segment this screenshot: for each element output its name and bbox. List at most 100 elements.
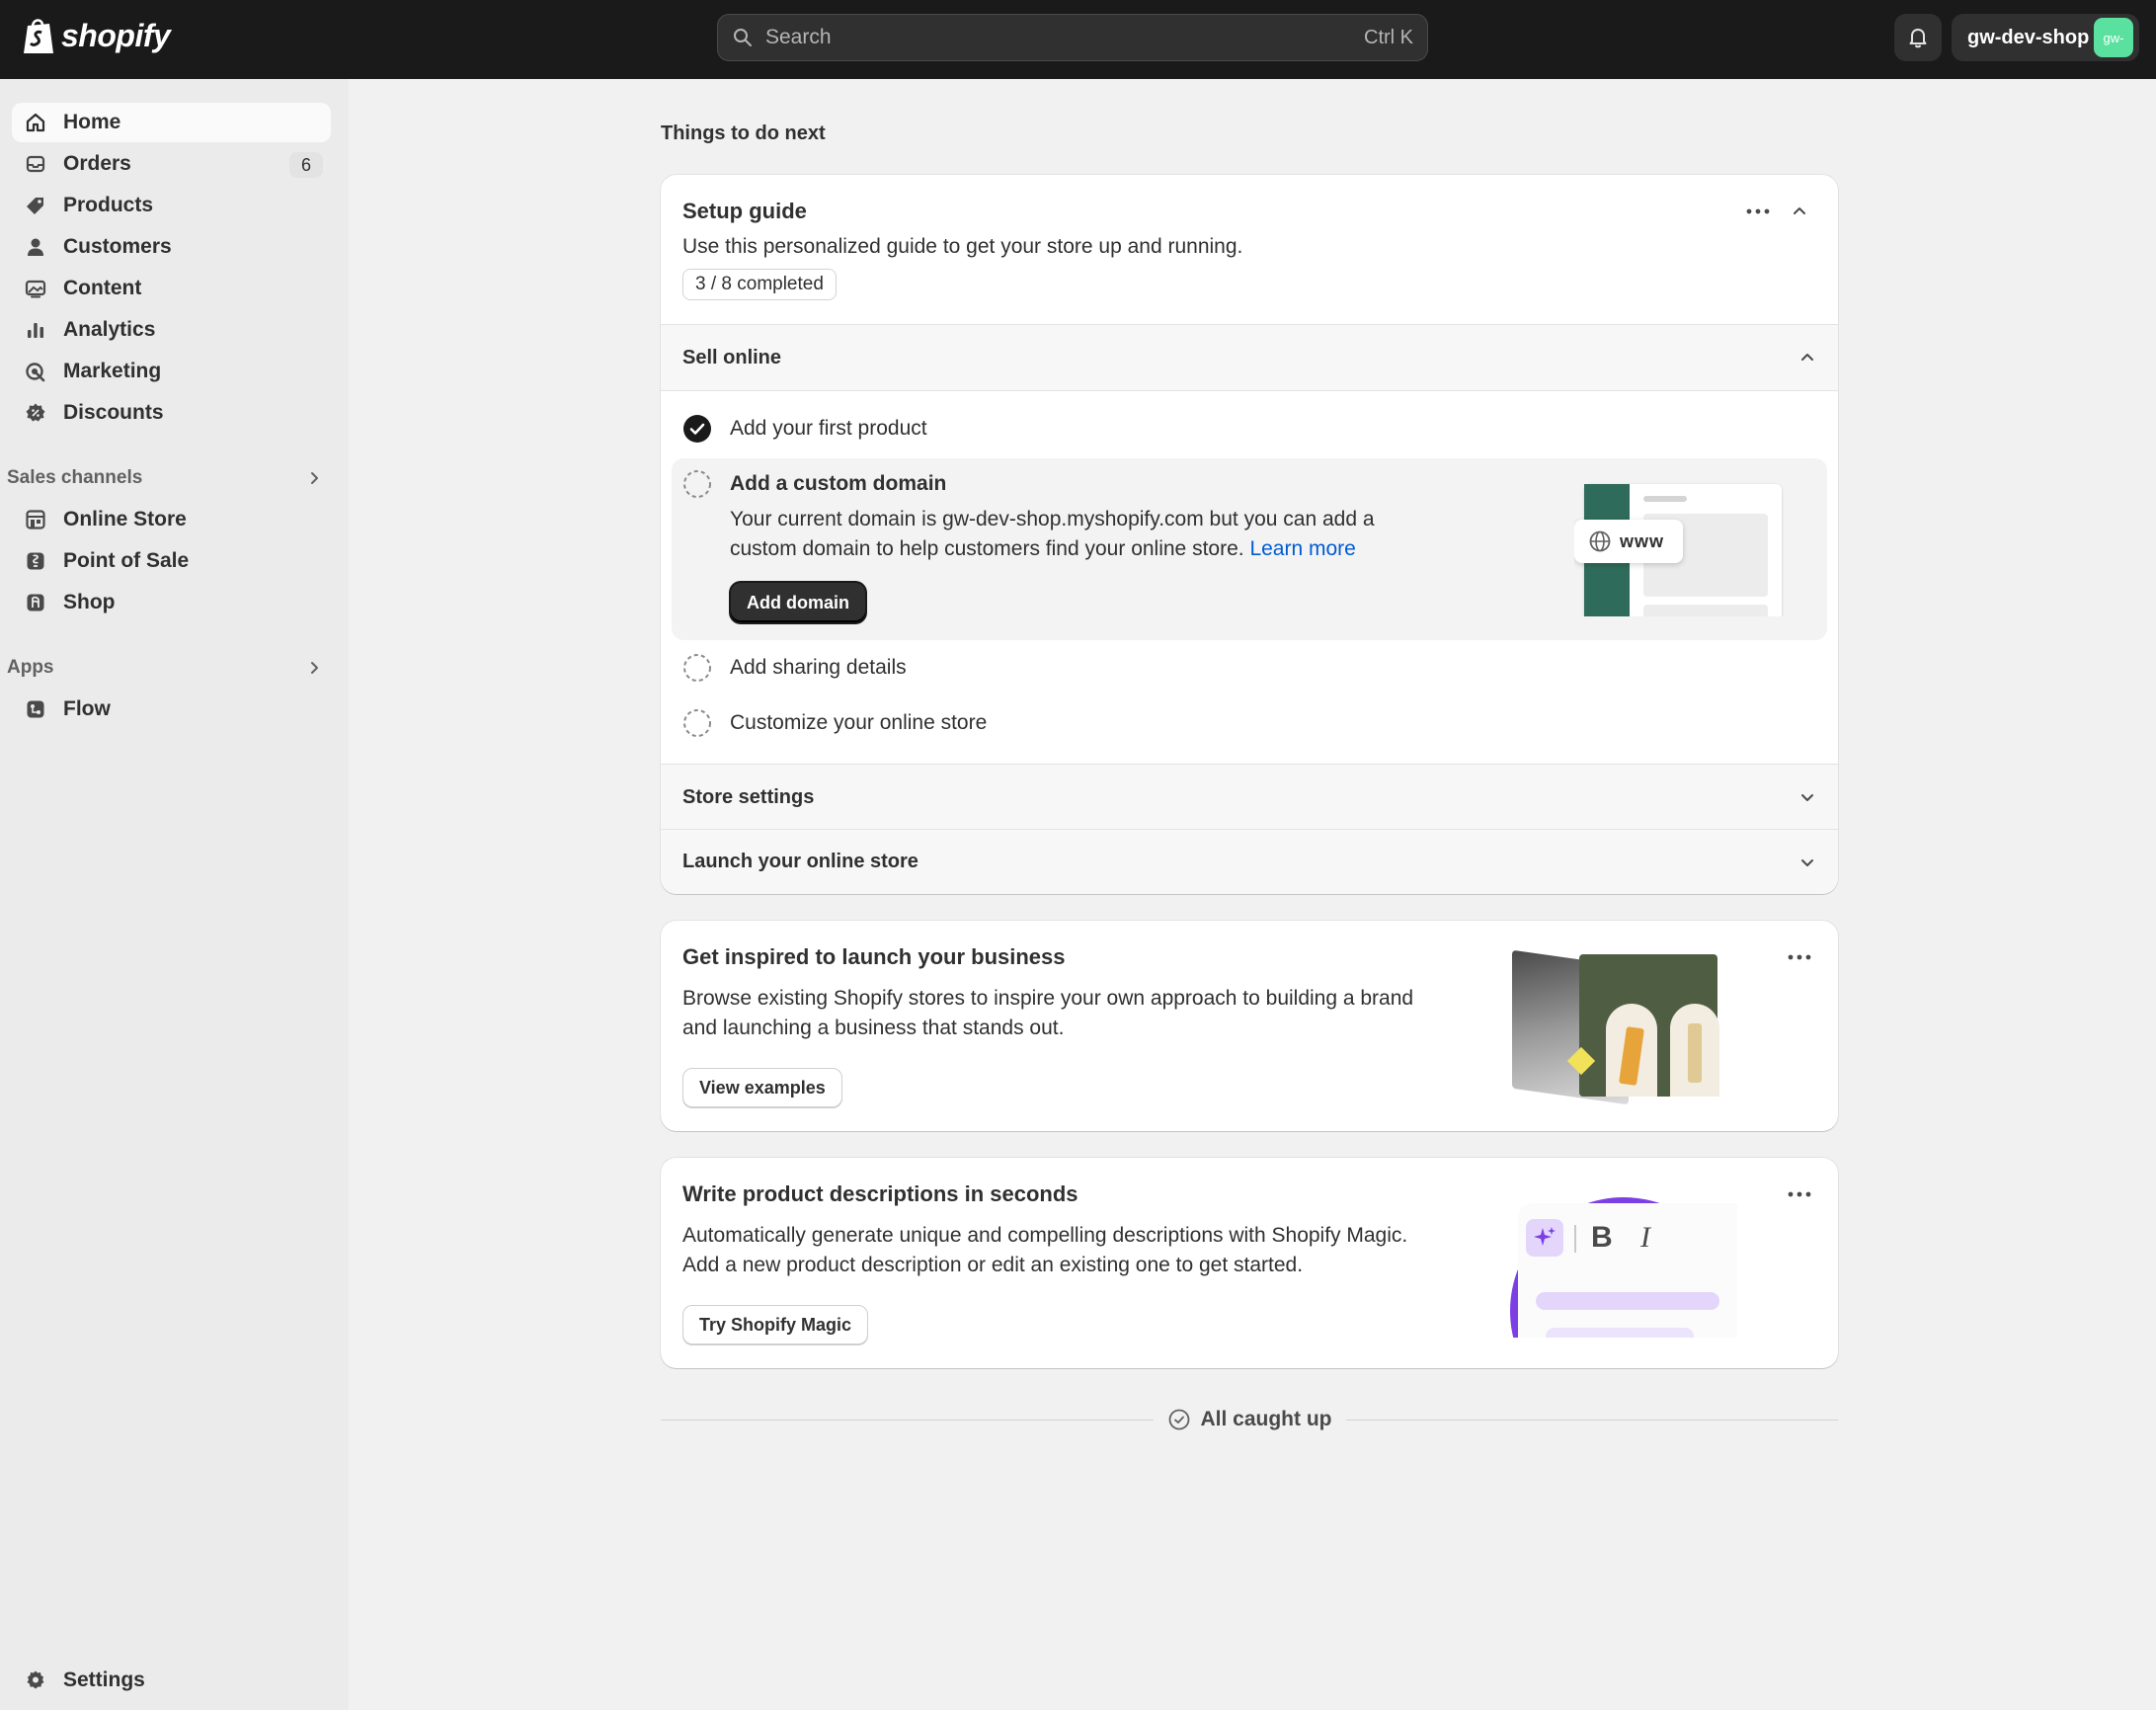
sidebar-item-label: Customers <box>63 235 172 258</box>
pos-icon <box>24 549 47 573</box>
sidebar-item-label: Home <box>63 111 121 133</box>
setup-guide-card: Setup guide Use this personalized guide … <box>661 175 1838 894</box>
check-circle-icon <box>683 415 711 443</box>
task-add-first-product[interactable]: Add your first product <box>682 414 927 444</box>
sidebar-item-label: Orders <box>63 152 131 175</box>
search-icon <box>734 29 752 46</box>
notifications-button[interactable] <box>1894 14 1942 61</box>
chevron-up-icon <box>1794 207 1805 214</box>
sidebar-item-marketing[interactable]: Marketing <box>12 352 331 391</box>
chevron-up-icon <box>1801 354 1813 361</box>
learn-more-link[interactable]: Learn more <box>1249 537 1355 560</box>
target-icon <box>24 360 47 383</box>
sidebar-item-label: Content <box>63 277 142 299</box>
all-caught-up: All caught up <box>661 1403 1838 1436</box>
person-icon <box>24 235 47 259</box>
task-label: Add sharing details <box>730 656 907 679</box>
sidebar-item-discounts[interactable]: Discounts <box>12 393 331 433</box>
sidebar-item-online-store[interactable]: Online Store <box>12 500 331 539</box>
shopify-logo[interactable]: shopify <box>22 16 171 55</box>
dashed-circle-icon <box>683 709 711 737</box>
all-caught-up-label: All caught up <box>1200 1408 1332 1430</box>
sidebar-item-label: Analytics <box>63 318 156 341</box>
tag-icon <box>24 194 47 217</box>
sidebar-item-label: Discounts <box>63 401 164 424</box>
sales-channels-header[interactable]: Sales channels <box>7 460 331 496</box>
orders-count-badge: 6 <box>289 152 323 178</box>
inspire-card: Get inspired to launch your business Bro… <box>661 921 1838 1131</box>
sidebar-item-analytics[interactable]: Analytics <box>12 310 331 350</box>
apps-header[interactable]: Apps <box>7 650 331 686</box>
try-shopify-magic-button[interactable]: Try Shopify Magic <box>682 1305 869 1344</box>
collapse-guide-button[interactable] <box>1783 195 1816 228</box>
sidebar-item-content[interactable]: Content <box>12 269 331 308</box>
section-title: Launch your online store <box>682 851 918 872</box>
sidebar-item-label: Flow <box>63 697 111 720</box>
chevron-down-icon <box>1801 794 1813 801</box>
more-actions-button[interactable] <box>1741 195 1775 228</box>
store-name: gw-dev-shop <box>1967 26 2090 48</box>
inspire-title: Get inspired to launch your business <box>682 944 1066 969</box>
domain-illustration: www <box>1574 476 1792 616</box>
globe-icon <box>1589 530 1611 552</box>
progress-badge: 3 / 8 completed <box>682 269 837 300</box>
section-title: Sell online <box>682 346 782 368</box>
launch-store-section-header[interactable]: Launch your online store <box>661 829 1838 894</box>
magic-editor-illustration: B I <box>1510 1197 1737 1338</box>
shopify-bag-icon <box>24 19 53 53</box>
sidebar-item-label: Products <box>63 194 154 216</box>
more-dots-icon <box>1746 208 1770 214</box>
task-customize-online-store[interactable]: Customize your online store <box>682 708 987 738</box>
more-actions-button[interactable] <box>1783 1178 1816 1211</box>
storefront-icon <box>24 508 47 531</box>
sidebar-item-label: Point of Sale <box>63 549 190 572</box>
bold-glyph: B <box>1591 1221 1613 1254</box>
add-domain-button[interactable]: Add domain <box>731 583 865 622</box>
www-label: www <box>1620 530 1665 551</box>
sidebar-item-customers[interactable]: Customers <box>12 227 331 267</box>
setup-guide-title: Setup guide <box>682 199 807 223</box>
search-placeholder: Search <box>765 26 832 48</box>
shopify-magic-card: Write product descriptions in seconds Au… <box>661 1158 1838 1368</box>
setup-guide-description: Use this personalized guide to get your … <box>682 235 1243 258</box>
task-add-sharing-details[interactable]: Add sharing details <box>682 653 907 683</box>
magic-line-2: Add a new product description or edit an… <box>682 1254 1304 1276</box>
sidebar-item-flow[interactable]: Flow <box>12 690 331 729</box>
task-label: Customize your online store <box>730 711 988 734</box>
sidebar-item-orders[interactable]: Orders 6 <box>12 144 331 184</box>
inspire-line-1: Browse existing Shopify stores to inspir… <box>682 987 1414 1010</box>
view-examples-button[interactable]: View examples <box>682 1068 842 1107</box>
more-actions-button[interactable] <box>1783 940 1816 974</box>
sidebar-item-products[interactable]: Products <box>12 186 331 225</box>
store-settings-section-header[interactable]: Store settings <box>661 764 1838 830</box>
sidebar-item-label: Marketing <box>63 360 162 382</box>
shopify-wordmark: shopify <box>61 17 171 53</box>
search-shortcut: Ctrl K <box>1364 26 1413 48</box>
dashed-circle-icon <box>683 654 711 682</box>
flow-icon <box>24 697 47 721</box>
avatar: gw- <box>2094 18 2133 57</box>
bar-chart-icon <box>24 318 47 342</box>
store-menu-button[interactable]: gw-dev-shop gw- <box>1952 14 2139 61</box>
search-bar[interactable]: Search Ctrl K <box>717 14 1428 61</box>
sidebar-item-point-of-sale[interactable]: Point of Sale <box>12 541 331 581</box>
bell-icon <box>1909 29 1927 48</box>
chevron-down-icon <box>1801 858 1813 866</box>
sell-online-section-header[interactable]: Sell online <box>661 324 1838 390</box>
custom-domain-description: Your current domain is gw-dev-shop.mysho… <box>730 505 1375 564</box>
sales-channels-label: Sales channels <box>7 467 143 488</box>
sidebar-item-shop[interactable]: Shop <box>12 583 331 622</box>
custom-domain-line-1: Your current domain is gw-dev-shop.mysho… <box>730 508 1375 530</box>
shop-icon <box>24 591 47 614</box>
magic-title: Write product descriptions in seconds <box>682 1181 1078 1206</box>
sidebar-item-home[interactable]: Home <box>12 103 331 142</box>
chevron-right-icon <box>311 662 318 674</box>
sidebar-item-label: Settings <box>63 1669 145 1691</box>
sidebar-item-label: Online Store <box>63 508 187 530</box>
sidebar-item-settings[interactable]: Settings <box>12 1661 331 1700</box>
inbox-icon <box>24 152 47 176</box>
inspire-description: Browse existing Shopify stores to inspir… <box>682 984 1413 1043</box>
task-add-custom-domain[interactable]: Add a custom domain <box>682 469 946 499</box>
task-label: Add your first product <box>730 417 927 440</box>
divider <box>661 390 1838 391</box>
